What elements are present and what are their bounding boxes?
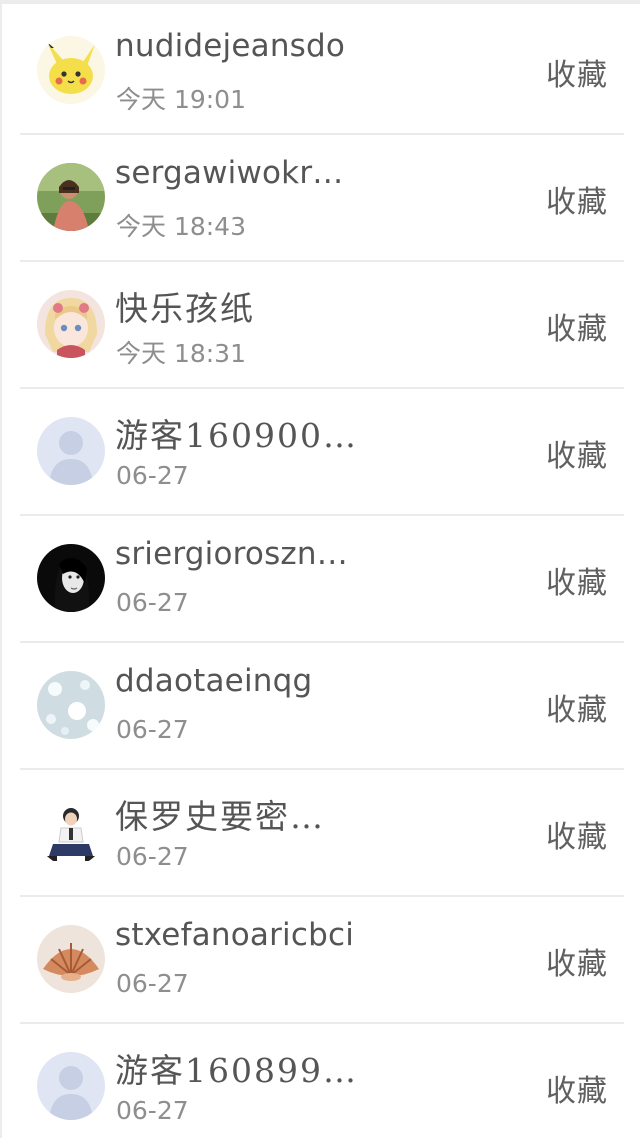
user-name: sriergioroszn… [115, 536, 348, 572]
timestamp: 今天 18:43 [116, 212, 246, 241]
collect-button[interactable]: 收藏 [546, 558, 608, 602]
timestamp: 06-27 [116, 1096, 189, 1125]
list-item[interactable]: 保罗史要密… 06-27 收藏 [20, 770, 624, 897]
timestamp: 06-27 [116, 715, 189, 744]
app-frame: nudidejeansdo 今天 19:01 收藏 sergawiwokr… 今… [0, 0, 640, 1138]
shell-avatar[interactable] [37, 925, 105, 993]
list-item[interactable]: sriergioroszn… 06-27 收藏 [20, 516, 624, 643]
user-name: stxefanoaricbci [115, 917, 355, 953]
user-name: nudidejeansdo [115, 28, 346, 64]
collect-button[interactable]: 收藏 [546, 812, 608, 856]
timestamp: 今天 19:01 [116, 85, 246, 114]
boy-avatar[interactable] [37, 798, 105, 866]
collect-button[interactable]: 收藏 [546, 939, 608, 983]
timestamp: 06-27 [116, 461, 189, 490]
default-avatar[interactable] [37, 1052, 105, 1120]
list-item[interactable]: nudidejeansdo 今天 19:01 收藏 [20, 8, 624, 135]
collect-button[interactable]: 收藏 [546, 177, 608, 221]
timestamp: 06-27 [116, 842, 189, 871]
list-item[interactable]: stxefanoaricbci 06-27 收藏 [20, 897, 624, 1024]
default-avatar[interactable] [37, 417, 105, 485]
collect-button[interactable]: 收藏 [546, 431, 608, 475]
user-name: 保罗史要密… [115, 797, 325, 836]
user-name: 游客160899… [115, 1051, 358, 1090]
collect-button[interactable]: 收藏 [546, 1066, 608, 1110]
list-item[interactable]: sergawiwokr… 今天 18:43 收藏 [20, 135, 624, 262]
collect-button[interactable]: 收藏 [546, 685, 608, 729]
snowflake-avatar[interactable] [37, 671, 105, 739]
anime-avatar[interactable] [37, 290, 105, 358]
timestamp: 06-27 [116, 969, 189, 998]
timestamp: 06-27 [116, 588, 189, 617]
user-name: ddaotaeinqg [115, 663, 313, 699]
portrait-avatar[interactable] [37, 544, 105, 612]
user-list: nudidejeansdo 今天 19:01 收藏 sergawiwokr… 今… [20, 8, 624, 1138]
list-item[interactable]: ddaotaeinqg 06-27 收藏 [20, 643, 624, 770]
user-name: 快乐孩纸 [115, 289, 255, 328]
list-item[interactable]: 游客160899… 06-27 收藏 [20, 1024, 624, 1138]
collect-button[interactable]: 收藏 [546, 50, 608, 94]
user-name: sergawiwokr… [115, 155, 344, 191]
timestamp: 今天 18:31 [116, 339, 246, 368]
collect-button[interactable]: 收藏 [546, 304, 608, 348]
user-name: 游客160900… [115, 416, 358, 455]
photo-avatar[interactable] [37, 163, 105, 231]
list-item[interactable]: 游客160900… 06-27 收藏 [20, 389, 624, 516]
list-item[interactable]: 快乐孩纸 今天 18:31 收藏 [20, 262, 624, 389]
pikachu-avatar[interactable] [37, 36, 105, 104]
